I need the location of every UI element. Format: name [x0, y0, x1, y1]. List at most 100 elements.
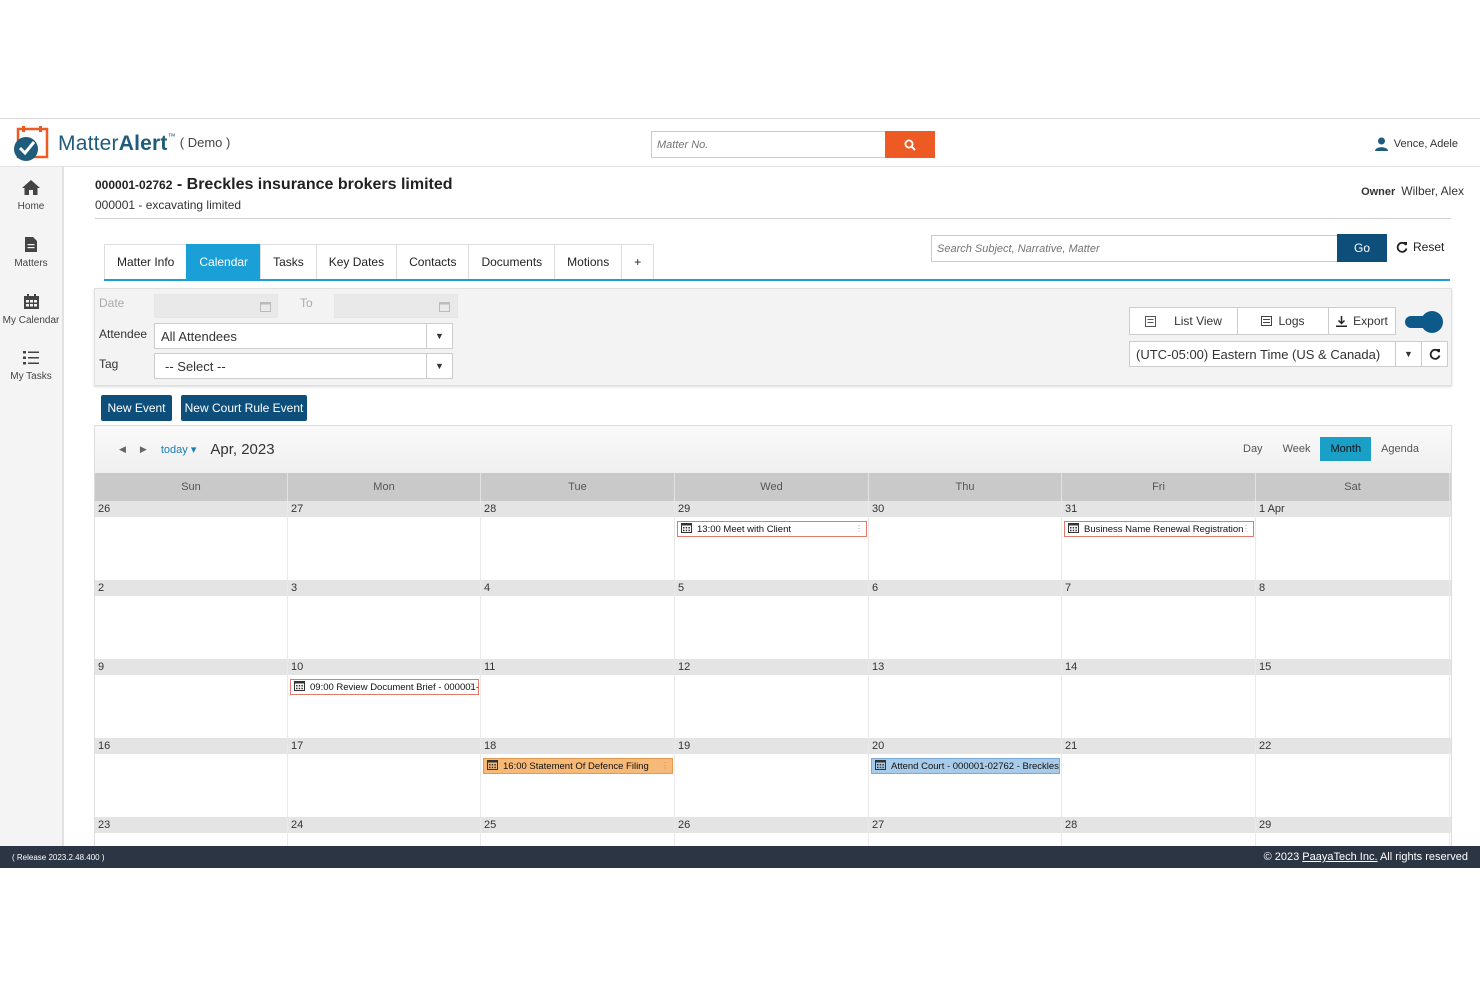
day-number[interactable]: 5 — [678, 582, 684, 594]
tab-key-dates[interactable]: Key Dates — [315, 244, 397, 279]
day-number[interactable]: 19 — [678, 740, 690, 752]
logo[interactable]: MatterAlert™ ( Demo ) — [12, 125, 230, 163]
logs-button[interactable]: Logs — [1237, 307, 1328, 335]
view-week[interactable]: Week — [1273, 437, 1321, 461]
day-cell[interactable]: 28 — [481, 501, 675, 580]
new-court-rule-event-button[interactable]: New Court Rule Event — [181, 395, 307, 421]
list-view-button[interactable]: List View — [1129, 307, 1237, 335]
view-day[interactable]: Day — [1233, 437, 1273, 461]
timezone-refresh-button[interactable] — [1421, 341, 1448, 367]
tab-tasks[interactable]: Tasks — [260, 244, 316, 279]
day-number[interactable]: 26 — [678, 819, 690, 831]
day-cell[interactable]: 31 — [1062, 501, 1256, 580]
day-number[interactable]: 29 — [1259, 819, 1271, 831]
event-menu-icon[interactable]: ⋮ — [1048, 761, 1056, 770]
day-number[interactable]: 16 — [98, 740, 110, 752]
tag-select[interactable]: -- Select -- ▼ — [154, 353, 453, 379]
day-number[interactable]: 17 — [291, 740, 303, 752]
day-cell[interactable]: 18 — [481, 738, 675, 817]
day-number[interactable]: 10 — [291, 661, 303, 673]
day-number[interactable]: 11 — [484, 661, 495, 673]
day-number[interactable]: 8 — [1259, 582, 1265, 594]
day-cell[interactable]: 30 — [869, 501, 1062, 580]
today-button[interactable]: today ▾ — [161, 443, 197, 456]
sidebar-item-my-calendar[interactable]: My Calendar — [0, 281, 62, 338]
day-cell[interactable]: 29 — [675, 501, 869, 580]
tab-calendar[interactable]: Calendar — [186, 244, 261, 279]
view-agenda[interactable]: Agenda — [1371, 437, 1429, 461]
sidebar-item-home[interactable]: Home — [0, 167, 62, 224]
event-menu-icon[interactable]: ⋮ — [1242, 524, 1250, 533]
day-cell[interactable]: 2 — [95, 580, 288, 659]
day-number[interactable]: 9 — [98, 661, 104, 673]
event-menu-icon[interactable]: ⋮ — [661, 761, 669, 770]
day-number[interactable]: 3 — [291, 582, 297, 594]
calendar-event[interactable]: 16:00 Statement Of Defence Filing ⋮ — [483, 758, 673, 774]
day-number[interactable]: 20 — [872, 740, 884, 752]
day-cell[interactable]: 9 — [95, 659, 288, 738]
day-number[interactable]: 4 — [484, 582, 490, 594]
day-cell[interactable]: 15 — [1256, 659, 1450, 738]
view-toggle-switch[interactable] — [1405, 311, 1443, 333]
day-number[interactable]: 30 — [872, 503, 884, 515]
day-number[interactable]: 2 — [98, 582, 104, 594]
day-cell[interactable]: 26 — [95, 501, 288, 580]
date-to-calendar-icon[interactable] — [433, 294, 455, 318]
day-number[interactable]: 1 Apr — [1259, 503, 1285, 515]
day-number[interactable]: 25 — [484, 819, 496, 831]
reset-button[interactable]: Reset — [1396, 240, 1444, 254]
day-cell[interactable]: 20 — [869, 738, 1062, 817]
attendee-select[interactable]: All Attendees ▼ — [154, 323, 453, 349]
tab-add[interactable]: + — [621, 244, 655, 279]
calendar-event[interactable]: 09:00 Review Document Brief - 000001- ⋮ — [290, 679, 479, 695]
day-number[interactable]: 21 — [1065, 740, 1077, 752]
day-cell[interactable]: 19 — [675, 738, 869, 817]
new-event-button[interactable]: New Event — [101, 395, 172, 421]
day-number[interactable]: 31 — [1065, 503, 1077, 515]
day-cell[interactable]: 7 — [1062, 580, 1256, 659]
tab-motions[interactable]: Motions — [554, 244, 622, 279]
timezone-select[interactable]: (UTC-05:00) Eastern Time (US & Canada) ▼ — [1129, 341, 1422, 367]
company-link[interactable]: PaayaTech Inc. — [1302, 851, 1377, 863]
day-cell[interactable]: 14 — [1062, 659, 1256, 738]
matter-number-search-input[interactable] — [651, 131, 886, 158]
day-number[interactable]: 18 — [484, 740, 496, 752]
day-cell[interactable]: 10 — [288, 659, 481, 738]
day-number[interactable]: 23 — [98, 819, 110, 831]
day-cell[interactable]: 3 — [288, 580, 481, 659]
day-number[interactable]: 14 — [1065, 661, 1077, 673]
export-button[interactable]: Export — [1328, 307, 1396, 335]
event-menu-icon[interactable]: ⋮ — [855, 524, 863, 533]
day-cell[interactable]: 21 — [1062, 738, 1256, 817]
day-number[interactable]: 7 — [1065, 582, 1071, 594]
user-menu[interactable]: Vence, Adele — [1374, 137, 1458, 151]
day-number[interactable]: 28 — [1065, 819, 1077, 831]
day-cell[interactable]: 11 — [481, 659, 675, 738]
tab-documents[interactable]: Documents — [468, 244, 555, 279]
matter-search-button[interactable] — [885, 131, 935, 158]
day-cell[interactable]: 13 — [869, 659, 1062, 738]
next-month-icon[interactable]: ▶ — [140, 444, 147, 455]
day-cell[interactable]: 5 — [675, 580, 869, 659]
day-number[interactable]: 6 — [872, 582, 878, 594]
day-cell[interactable]: 8 — [1256, 580, 1450, 659]
tab-matter-info[interactable]: Matter Info — [104, 244, 187, 279]
day-number[interactable]: 24 — [291, 819, 303, 831]
calendar-event[interactable]: Business Name Renewal Registration ⋮ — [1064, 521, 1254, 537]
sidebar-item-matters[interactable]: Matters — [0, 224, 62, 281]
day-number[interactable]: 15 — [1259, 661, 1271, 673]
day-number[interactable]: 12 — [678, 661, 690, 673]
prev-month-icon[interactable]: ◀ — [119, 444, 126, 455]
day-cell[interactable]: 12 — [675, 659, 869, 738]
go-button[interactable]: Go — [1337, 234, 1387, 262]
event-menu-icon[interactable]: ⋮ — [467, 682, 475, 691]
day-cell[interactable]: 27 — [288, 501, 481, 580]
date-from-calendar-icon[interactable] — [254, 294, 276, 318]
calendar-event[interactable]: 13:00 Meet with Client ⋮ — [677, 521, 867, 537]
day-number[interactable]: 28 — [484, 503, 496, 515]
view-month[interactable]: Month — [1320, 437, 1372, 461]
day-number[interactable]: 27 — [291, 503, 303, 515]
tab-contacts[interactable]: Contacts — [396, 244, 469, 279]
day-cell[interactable]: 22 — [1256, 738, 1450, 817]
day-number[interactable]: 29 — [678, 503, 690, 515]
